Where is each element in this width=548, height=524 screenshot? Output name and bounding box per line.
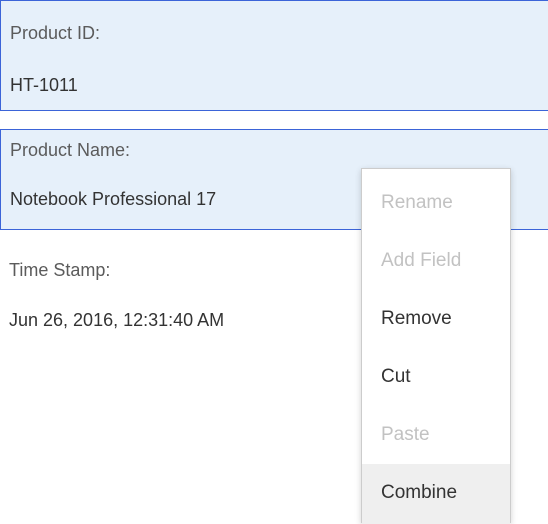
time-stamp-label: Time Stamp: xyxy=(9,260,111,280)
menu-item-remove[interactable]: Remove xyxy=(362,290,510,347)
product-name-value: Notebook Professional 17 xyxy=(10,189,217,209)
product-id-label: Product ID: xyxy=(10,23,101,43)
menu-item-paste[interactable]: Paste xyxy=(362,406,510,463)
menu-item-add-field[interactable]: Add Field xyxy=(362,232,510,289)
product-id-field[interactable]: Product ID: HT-1011 xyxy=(0,0,548,111)
product-name-label: Product Name: xyxy=(10,140,131,160)
time-stamp-value: Jun 26, 2016, 12:31:40 AM xyxy=(9,310,225,330)
product-id-value: HT-1011 xyxy=(10,75,78,95)
menu-item-combine[interactable]: Combine xyxy=(362,464,510,524)
context-menu: Rename Add Field Remove Cut Paste Combin… xyxy=(361,168,511,524)
menu-item-rename[interactable]: Rename xyxy=(362,174,510,231)
menu-item-cut[interactable]: Cut xyxy=(362,348,510,405)
